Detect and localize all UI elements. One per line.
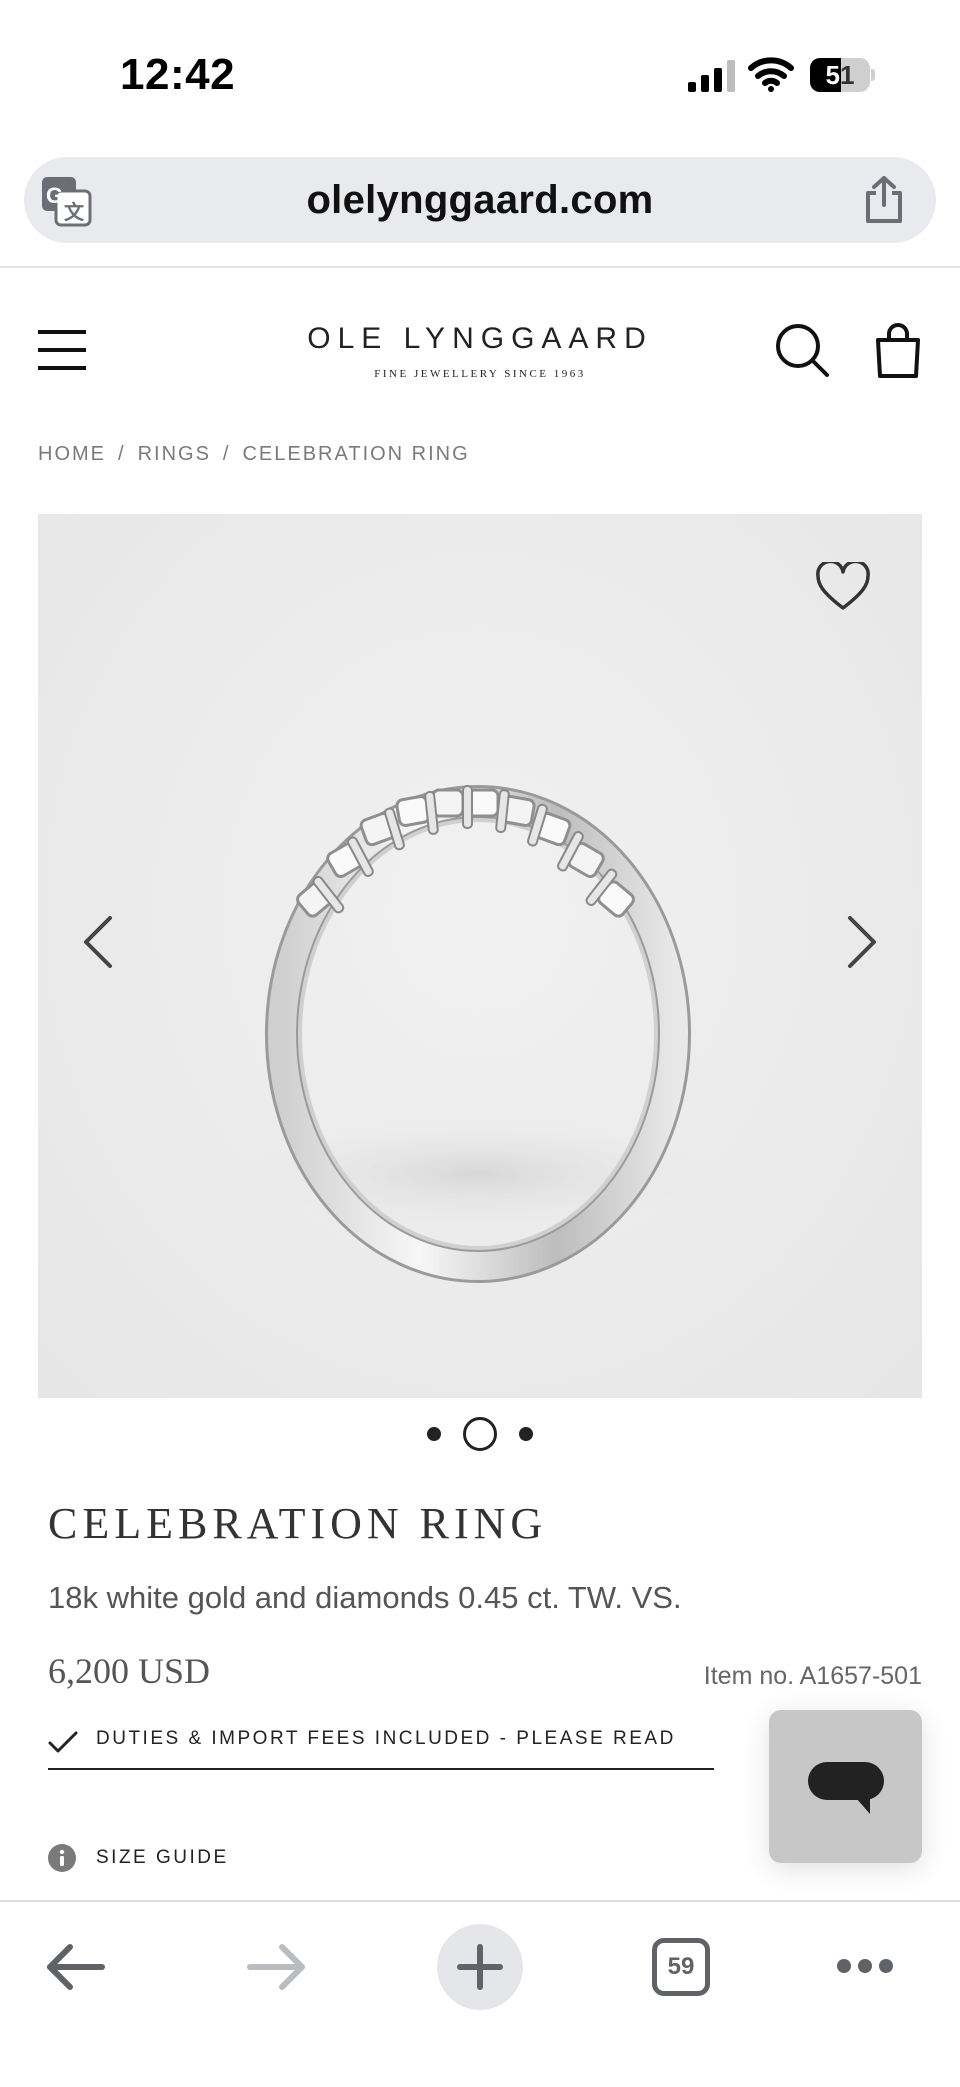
gallery-pagination [0, 1414, 960, 1454]
checkmark-icon [48, 1731, 78, 1753]
more-icon[interactable] [836, 1954, 894, 1978]
battery-level-text: 51 [825, 60, 855, 90]
plus-icon [457, 1944, 503, 1990]
wifi-icon [748, 57, 794, 92]
chat-bubble-icon [808, 1762, 884, 1814]
logo-wordmark: OLE LYNGGAARD [307, 322, 653, 355]
chevron-right-icon[interactable] [842, 914, 882, 970]
address-bar[interactable]: G 文 olelynggaard.com [24, 157, 936, 243]
url-text[interactable]: olelynggaard.com [24, 157, 936, 243]
cellular-signal-icon [688, 60, 735, 92]
product-description: 18k white gold and diamonds 0.45 ct. TW.… [48, 1580, 682, 1615]
breadcrumb: HOME / RINGS / CELEBRATION RING [38, 443, 470, 466]
forward-arrow-icon[interactable] [246, 1942, 308, 1992]
product-image-ring [218, 785, 738, 1283]
shopping-bag-icon[interactable] [872, 322, 924, 378]
pagination-dot[interactable] [427, 1427, 441, 1441]
status-bar: 12:42 51 [0, 0, 960, 150]
pagination-dot-active[interactable] [463, 1417, 497, 1451]
battery-icon: 51 [810, 58, 875, 92]
duties-info-link[interactable]: DUTIES & IMPORT FEES INCLUDED - PLEASE R… [48, 1724, 714, 1770]
breadcrumb-current: CELEBRATION RING [242, 443, 470, 465]
status-time: 12:42 [120, 50, 236, 99]
chevron-left-icon[interactable] [78, 914, 118, 970]
logo-tagline: FINE JEWELLERY SINCE 1963 [374, 368, 586, 380]
new-tab-button[interactable] [437, 1924, 523, 2010]
tabs-button[interactable]: 59 [652, 1938, 710, 1996]
breadcrumb-rings[interactable]: RINGS [138, 443, 211, 465]
item-number: Item no. A1657-501 [703, 1662, 922, 1690]
product-price: 6,200 USD [48, 1651, 211, 1691]
breadcrumb-separator: / [118, 443, 126, 465]
divider [0, 266, 960, 268]
duties-text: DUTIES & IMPORT FEES INCLUDED - PLEASE R… [96, 1728, 676, 1749]
product-title: CELEBRATION RING [48, 1499, 548, 1548]
share-icon[interactable] [862, 175, 906, 225]
heart-icon[interactable] [816, 562, 870, 612]
browser-toolbar: 59 [0, 1902, 960, 2087]
menu-icon[interactable] [36, 328, 88, 372]
breadcrumb-home[interactable]: HOME [38, 443, 106, 465]
size-guide-label: SIZE GUIDE [96, 1847, 229, 1868]
pagination-dot[interactable] [519, 1427, 533, 1441]
site-logo[interactable]: OLE LYNGGAARD FINE JEWELLERY SINCE 1963 [280, 322, 680, 380]
breadcrumb-separator: / [222, 443, 231, 465]
back-arrow-icon[interactable] [44, 1942, 106, 1992]
search-icon[interactable] [774, 322, 830, 378]
info-icon [48, 1844, 76, 1872]
chat-button[interactable] [769, 1710, 922, 1863]
product-image-gallery[interactable] [38, 514, 922, 1398]
